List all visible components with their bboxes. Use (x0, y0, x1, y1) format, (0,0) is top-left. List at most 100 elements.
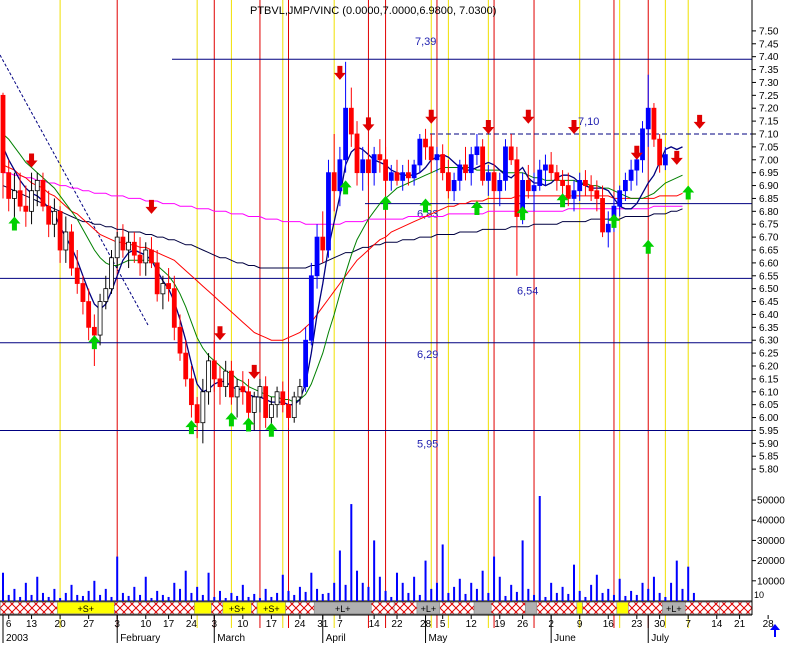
stock-chart: 7,397,106,836,546,295,95 +S+ +S+ +S+ +L+ +L+… (0, 0, 799, 645)
price-tick-label: 6.45 (759, 297, 779, 308)
signal-band (393, 601, 418, 615)
volume-bar (453, 586, 456, 601)
candle-body (383, 159, 388, 181)
candle-body (388, 172, 394, 181)
volume-bar (121, 592, 124, 601)
price-tick-label: 6.75 (759, 220, 779, 231)
volume-tick-label: 50000 (757, 496, 785, 507)
volume-bar (104, 588, 107, 601)
candle-body (223, 370, 229, 388)
candle-body (491, 172, 497, 192)
date-tick-label: 5 (440, 619, 446, 630)
volume-bar (510, 584, 513, 601)
price-tick-label: 5.85 (759, 452, 779, 463)
volume-bar (533, 594, 536, 601)
candle-body (131, 241, 137, 256)
date-tick-label: 10 (237, 619, 249, 630)
volume-panel-label: 10 (754, 590, 764, 600)
signal-band (490, 601, 526, 615)
date-tick-label: 20 (55, 619, 67, 630)
volume-bar (687, 566, 690, 601)
price-tick-label: 6.10 (759, 387, 779, 398)
price-tick-label: 6.50 (759, 284, 779, 295)
volume-bar (287, 590, 290, 601)
level-label: 6,29 (417, 349, 438, 361)
candle-body (468, 154, 474, 174)
candle-body (46, 205, 52, 225)
candle-body (303, 339, 309, 388)
price-tick-label: 6.35 (759, 323, 779, 334)
volume-bar (527, 588, 530, 601)
date-tick-label: 13 (26, 619, 38, 630)
volume-bar (635, 594, 638, 601)
candle-body (246, 391, 251, 413)
candle-body (51, 210, 57, 225)
candle-body (126, 241, 132, 251)
candle-body (377, 154, 383, 161)
candle-body (588, 185, 594, 192)
volume-bar (53, 588, 56, 601)
volume-bar (184, 570, 187, 601)
signal-band-label: +S+ (263, 604, 280, 614)
volume-bar (441, 544, 444, 601)
price-tick-label: 7.00 (759, 155, 779, 166)
volume-bar (515, 591, 518, 601)
candle-body (63, 231, 69, 251)
signal-band (251, 601, 258, 615)
date-tick-label: 21 (734, 619, 746, 630)
candle-body (617, 190, 623, 207)
price-tick-label: 7.40 (759, 52, 779, 63)
volume-bar (321, 593, 324, 601)
volume-bar (624, 595, 627, 601)
volume-bar (293, 594, 296, 601)
candle-body (423, 138, 428, 148)
volume-bar (681, 588, 684, 601)
volume-bar (607, 588, 610, 601)
candle-body (314, 236, 320, 277)
candle-body (286, 404, 291, 418)
price-tick-label: 6.85 (759, 194, 779, 205)
date-tick-label: 14 (369, 619, 381, 630)
volume-bar (13, 588, 16, 601)
volume-bar (538, 496, 541, 601)
candle-body (137, 254, 143, 264)
volume-bar (447, 592, 450, 601)
month-label: 2003 (6, 633, 29, 644)
volume-bar (584, 596, 587, 601)
candle-body (257, 386, 263, 398)
volume-bar (487, 592, 490, 601)
volume-bar (144, 576, 147, 601)
price-tick-label: 7.05 (759, 142, 779, 153)
signal-band (536, 601, 578, 615)
date-tick-label: 17 (266, 619, 278, 630)
price-tick-label: 7.50 (759, 26, 779, 37)
candle-body (531, 185, 537, 192)
volume-bar (258, 597, 261, 601)
signal-band-label: +L+ (335, 604, 351, 614)
candle-body (160, 283, 166, 295)
price-tick-label: 6.30 (759, 336, 779, 347)
candle-body (503, 146, 508, 181)
date-tick-label: 7 (685, 619, 691, 630)
candle-body (554, 172, 560, 181)
date-tick-label: 6 (6, 619, 12, 630)
volume-bar (692, 592, 695, 601)
candle-body (120, 236, 126, 251)
candle-body (109, 257, 114, 290)
volume-bar (407, 592, 410, 601)
price-tick-label: 5.80 (759, 465, 779, 476)
price-tick-label: 6.15 (759, 374, 779, 385)
volume-bar (127, 595, 130, 601)
volume-bar (41, 592, 44, 601)
month-label: May (429, 633, 448, 644)
candle-body (537, 169, 543, 186)
candle-body (474, 146, 480, 156)
candle-body (394, 172, 400, 181)
price-tick-label: 5.90 (759, 439, 779, 450)
candle-body (371, 154, 377, 174)
candle-body (149, 249, 154, 264)
candle-body (177, 326, 183, 354)
candle-body (457, 164, 463, 181)
volume-bar (161, 594, 164, 601)
volume-bar (116, 556, 119, 601)
